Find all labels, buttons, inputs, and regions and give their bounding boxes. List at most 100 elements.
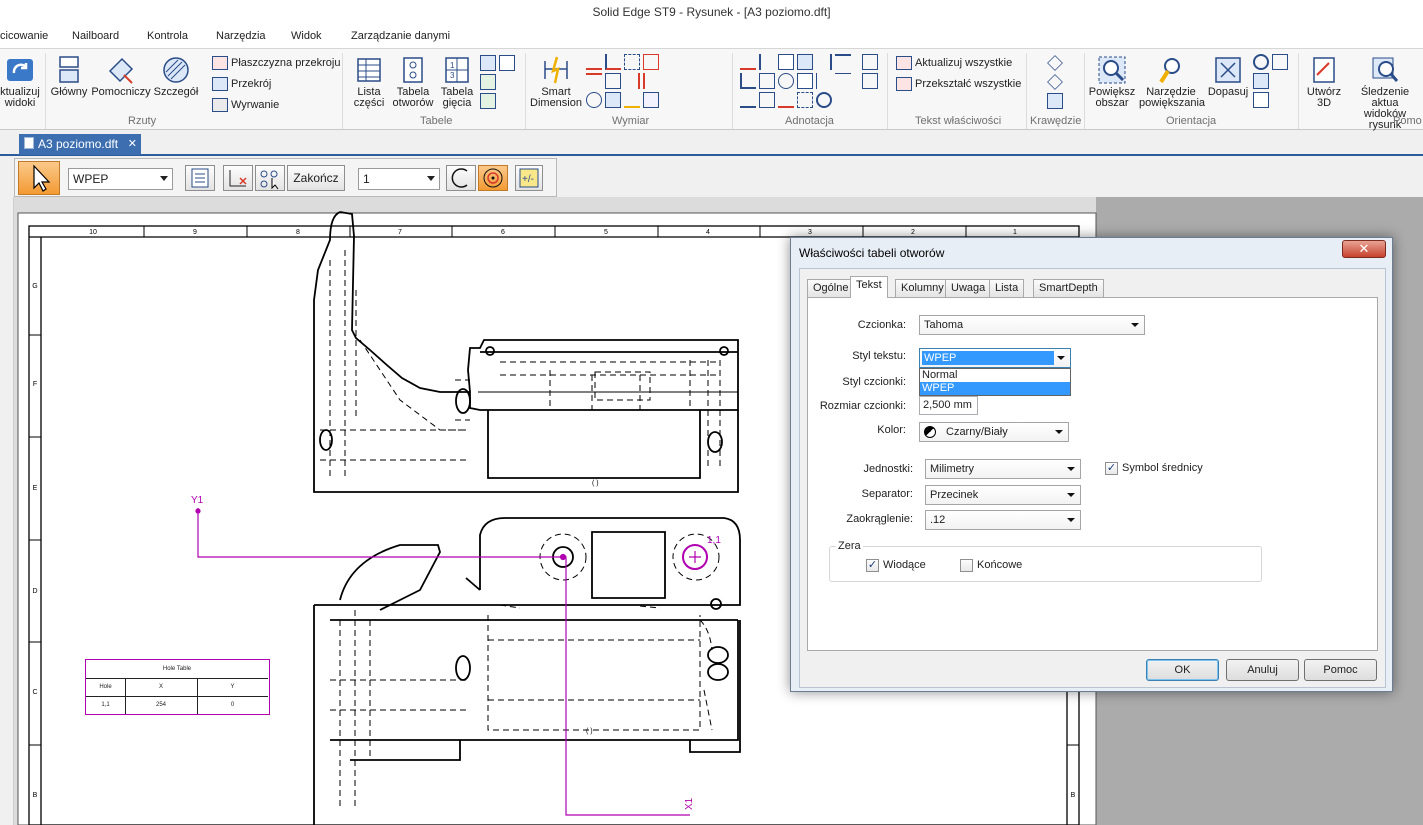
section-button[interactable]: Przekrój [212, 77, 271, 91]
datum-icon[interactable] [816, 54, 832, 70]
ok-button[interactable]: OK [1146, 659, 1219, 681]
select-tool-button[interactable] [18, 161, 60, 195]
fcf-icon[interactable] [759, 73, 775, 89]
table-grid-icon[interactable] [862, 73, 878, 89]
detail-view-button[interactable]: Szczegół [152, 55, 200, 98]
table-grid-icon[interactable] [862, 54, 878, 70]
edge-paint-icon[interactable] [1047, 93, 1063, 109]
arc-button[interactable] [446, 165, 476, 191]
attach-icon[interactable] [643, 92, 659, 108]
help-button[interactable]: Pomoc [1304, 659, 1377, 681]
style-combo[interactable]: WPEP [68, 168, 173, 190]
font-combo[interactable]: Tahoma [919, 315, 1145, 335]
ribbon-tab-zarzadzanie[interactable]: Zarządzanie danymi [351, 30, 450, 42]
create-3d-button[interactable]: Utwórz 3D [1302, 55, 1346, 109]
coordinate-icon[interactable] [624, 54, 640, 70]
text-icon[interactable] [797, 73, 813, 89]
parts-list-button[interactable]: Lista części [350, 55, 388, 109]
dropdown-option-wpep[interactable]: WPEP [920, 382, 1070, 395]
ribbon-tab-wymiarowanie[interactable]: cicowanie [0, 30, 48, 42]
table-tool-icon[interactable] [480, 74, 496, 90]
frame-icon[interactable] [759, 92, 775, 108]
angle-icon[interactable] [605, 54, 621, 70]
chamfer-icon[interactable] [643, 54, 659, 70]
check-view-icon[interactable] [1253, 92, 1269, 108]
text-style-combo[interactable]: WPEP [919, 348, 1071, 368]
convert-all-button[interactable]: Przekształć wszystkie [896, 77, 1021, 91]
tab-lista[interactable]: Lista [989, 279, 1025, 297]
copy-icon[interactable] [605, 92, 621, 108]
cube-icon[interactable] [1047, 55, 1063, 71]
baseline-icon[interactable] [643, 73, 659, 89]
ribbon-tab-widok[interactable]: Widok [291, 30, 322, 42]
stack-icon[interactable] [605, 73, 621, 89]
tab-kolumny[interactable]: Kolumny [895, 279, 950, 297]
close-icon[interactable]: ✕ [128, 134, 137, 155]
balloon-icon[interactable] [778, 54, 794, 70]
trailing-zeros-checkbox[interactable] [960, 559, 973, 572]
cancel-button[interactable]: Anuluj [1226, 659, 1299, 681]
zoom-icon[interactable] [1253, 54, 1269, 70]
view-icon[interactable] [1253, 73, 1269, 89]
pan-icon[interactable] [1272, 54, 1288, 70]
bend-table-button[interactable]: 13 Tabela gięcia [438, 55, 476, 109]
centerline-icon[interactable] [835, 73, 851, 89]
radius-icon[interactable] [586, 92, 602, 108]
bolt-icon[interactable] [778, 92, 794, 108]
dropdown-option-normal[interactable]: Normal [920, 369, 1070, 382]
leading-zeros-checkbox[interactable]: ✓ [866, 559, 879, 572]
check-icon[interactable] [740, 92, 756, 108]
surface-icon[interactable] [740, 73, 756, 89]
ribbon-tab-kontrola[interactable]: Kontrola [147, 30, 188, 42]
cube-icon[interactable] [1047, 74, 1063, 90]
symbol-icon[interactable] [797, 54, 813, 70]
hole-icon[interactable] [816, 92, 832, 108]
number-combo[interactable]: 1 [358, 168, 440, 190]
main-view-button[interactable]: Główny [48, 55, 90, 98]
table-tool-icon[interactable] [499, 55, 515, 71]
rounding-combo[interactable]: .12 [925, 510, 1081, 530]
font-size-input[interactable]: 2,500 mm [919, 396, 978, 415]
update-views-button[interactable]: ktualizuj widoki [0, 55, 40, 109]
tab-smartdepth[interactable]: SmartDepth [1033, 279, 1104, 297]
break-out-button[interactable]: Wyrwanie [212, 98, 279, 112]
ribbon-tab-nailboard[interactable]: Nailboard [72, 30, 119, 42]
hole-table-button[interactable]: Tabela otworów [391, 55, 435, 109]
callout-icon[interactable] [740, 54, 756, 70]
units-combo[interactable]: Milimetry [925, 459, 1081, 479]
zoom-area-button[interactable]: Powiększ obszar [1088, 55, 1136, 109]
leader-icon[interactable] [759, 54, 775, 70]
smart-dimension-button[interactable]: Smart Dimension [530, 55, 582, 109]
tolerance-button[interactable]: +/- [515, 165, 543, 191]
fit-button[interactable]: Dopasuj [1206, 55, 1250, 98]
update-all-button[interactable]: Aktualizuj wszystkie [896, 56, 1012, 70]
weld-icon[interactable] [835, 54, 851, 70]
select-holes-button[interactable] [255, 165, 285, 191]
table-tool-icon[interactable] [480, 55, 496, 71]
origin-button[interactable] [223, 165, 253, 191]
tab-ogolne[interactable]: Ogólne [807, 279, 855, 297]
section-plane-button[interactable]: Płaszczyzna przekroju [212, 56, 340, 70]
color-combo[interactable]: Czarny/Biały [919, 422, 1069, 442]
tab-tekst[interactable]: Tekst [850, 276, 888, 298]
symmetric-icon[interactable] [586, 73, 602, 89]
zoom-tool-button[interactable]: Narzędzie powiększania [1139, 55, 1205, 109]
properties-button[interactable] [185, 165, 215, 191]
ribbon-tab-narzedzia[interactable]: Narzędzia [216, 30, 266, 42]
edge-icon[interactable] [778, 73, 794, 89]
auxiliary-view-button[interactable]: Pomocniczy [91, 55, 151, 98]
document-tab[interactable]: A3 poziomo.dft ✕ [19, 134, 141, 155]
separator-combo[interactable]: Przecinek [925, 485, 1081, 505]
table-tool-icon[interactable] [480, 93, 496, 109]
center-button[interactable] [478, 165, 508, 191]
diameter-symbol-checkbox[interactable]: ✓ [1105, 462, 1118, 475]
close-icon[interactable]: ✕ [1342, 240, 1386, 258]
pattern-icon[interactable] [797, 92, 813, 108]
chain-icon[interactable] [624, 73, 640, 89]
hole-table[interactable]: Hole Table Hole X Y 1,1 254 0 [85, 659, 270, 715]
centermark-icon[interactable] [816, 73, 832, 89]
edit-icon[interactable] [624, 92, 640, 108]
distance-icon[interactable] [586, 54, 602, 70]
finish-button[interactable]: Zakończ [287, 165, 345, 191]
tab-uwaga[interactable]: Uwaga [945, 279, 992, 297]
